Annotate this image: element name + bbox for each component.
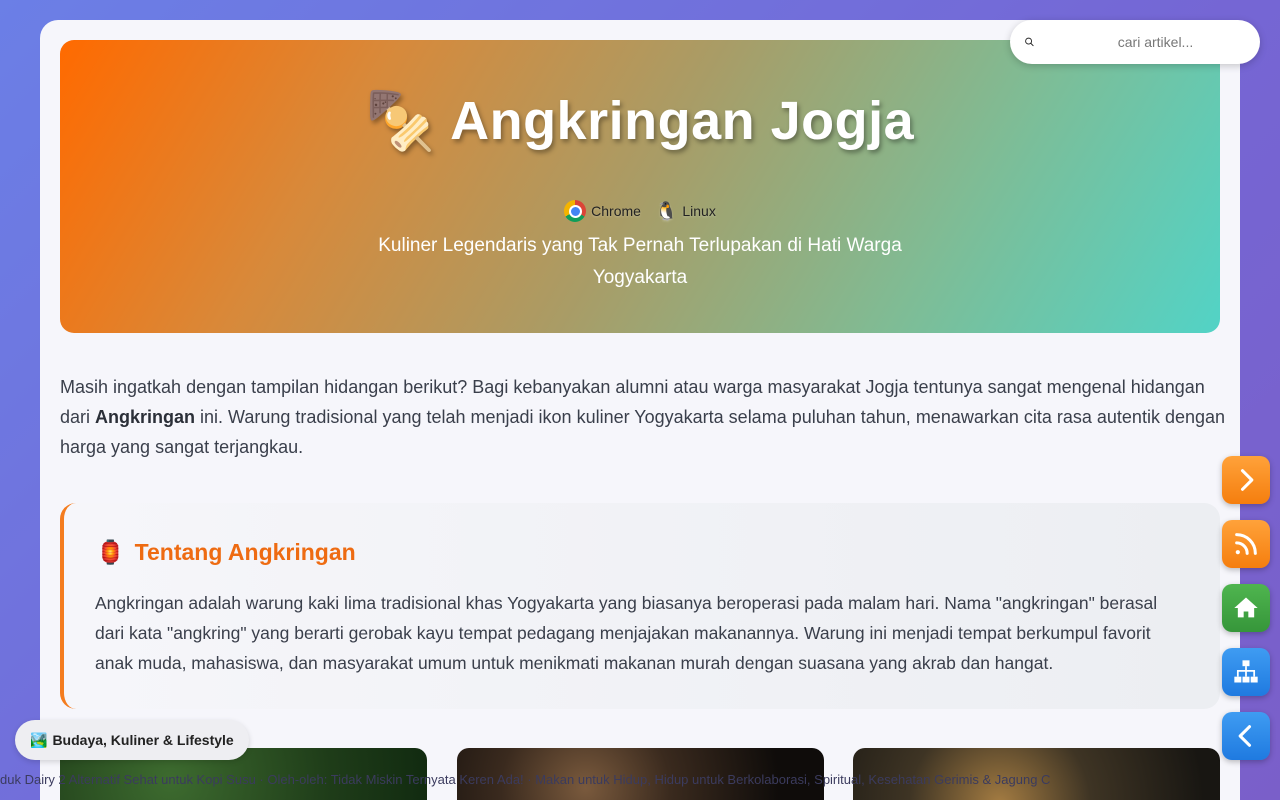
- about-section: 🏮 Tentang Angkringan Angkringan adalah w…: [60, 503, 1220, 709]
- about-text: Angkringan adalah warung kaki lima tradi…: [95, 593, 1158, 673]
- hero-banner: 🍢 Angkringan Jogja Chrome 🐧 Linux Kuline…: [60, 40, 1220, 333]
- intro-text-after: ini. Warung tradisional yang telah menja…: [60, 407, 1226, 457]
- page-title: 🍢 Angkringan Jogja: [60, 90, 1220, 152]
- page-card: 🍢 Angkringan Jogja Chrome 🐧 Linux Kuline…: [40, 20, 1240, 800]
- skewer-icon: 🍢: [365, 89, 437, 152]
- next-article-button[interactable]: [1222, 456, 1270, 504]
- category-pill[interactable]: 🏞️ Budaya, Kuliner & Lifestyle: [15, 720, 249, 760]
- lantern-icon: 🏮: [96, 539, 125, 565]
- previous-article-button[interactable]: [1222, 712, 1270, 760]
- badge-linux-label: Linux: [682, 203, 716, 219]
- page-title-text: Angkringan Jogja: [450, 91, 915, 151]
- home-button[interactable]: [1222, 584, 1270, 632]
- search-input[interactable]: [1035, 34, 1246, 50]
- page-subtitle: Kuliner Legendaris yang Tak Pernah Terlu…: [378, 235, 902, 288]
- badge-chrome-label: Chrome: [591, 203, 641, 219]
- rss-icon: [1235, 533, 1257, 555]
- intro-bold-term: Angkringan: [95, 407, 196, 427]
- search-box[interactable]: [1010, 20, 1260, 64]
- category-label: Budaya, Kuliner & Lifestyle: [52, 732, 234, 748]
- sitemap-icon: [1234, 660, 1258, 683]
- intro-paragraph: Masih ingatkah dengan tampilan hidangan …: [60, 372, 1230, 462]
- search-icon: [1025, 37, 1034, 47]
- badge-linux: 🐧 Linux: [655, 202, 716, 220]
- badge-chrome: Chrome: [564, 200, 641, 222]
- chevron-left-icon: [1238, 725, 1252, 747]
- about-heading-text: Tentang Angkringan: [134, 539, 356, 565]
- platform-badges: Chrome 🐧 Linux: [60, 200, 1220, 222]
- article-ticker[interactable]: duk Dairy 2 Alternatif Sehat untuk Kopi …: [0, 771, 1280, 789]
- chevron-right-icon: [1240, 469, 1254, 491]
- rss-feed-button[interactable]: [1222, 520, 1270, 568]
- landscape-icon: 🏞️: [30, 731, 48, 748]
- chrome-icon: [564, 200, 587, 222]
- linux-penguin-icon: 🐧: [654, 201, 678, 221]
- sitemap-button[interactable]: [1222, 648, 1270, 696]
- home-icon: [1234, 597, 1258, 618]
- about-heading: 🏮 Tentang Angkringan: [96, 539, 356, 566]
